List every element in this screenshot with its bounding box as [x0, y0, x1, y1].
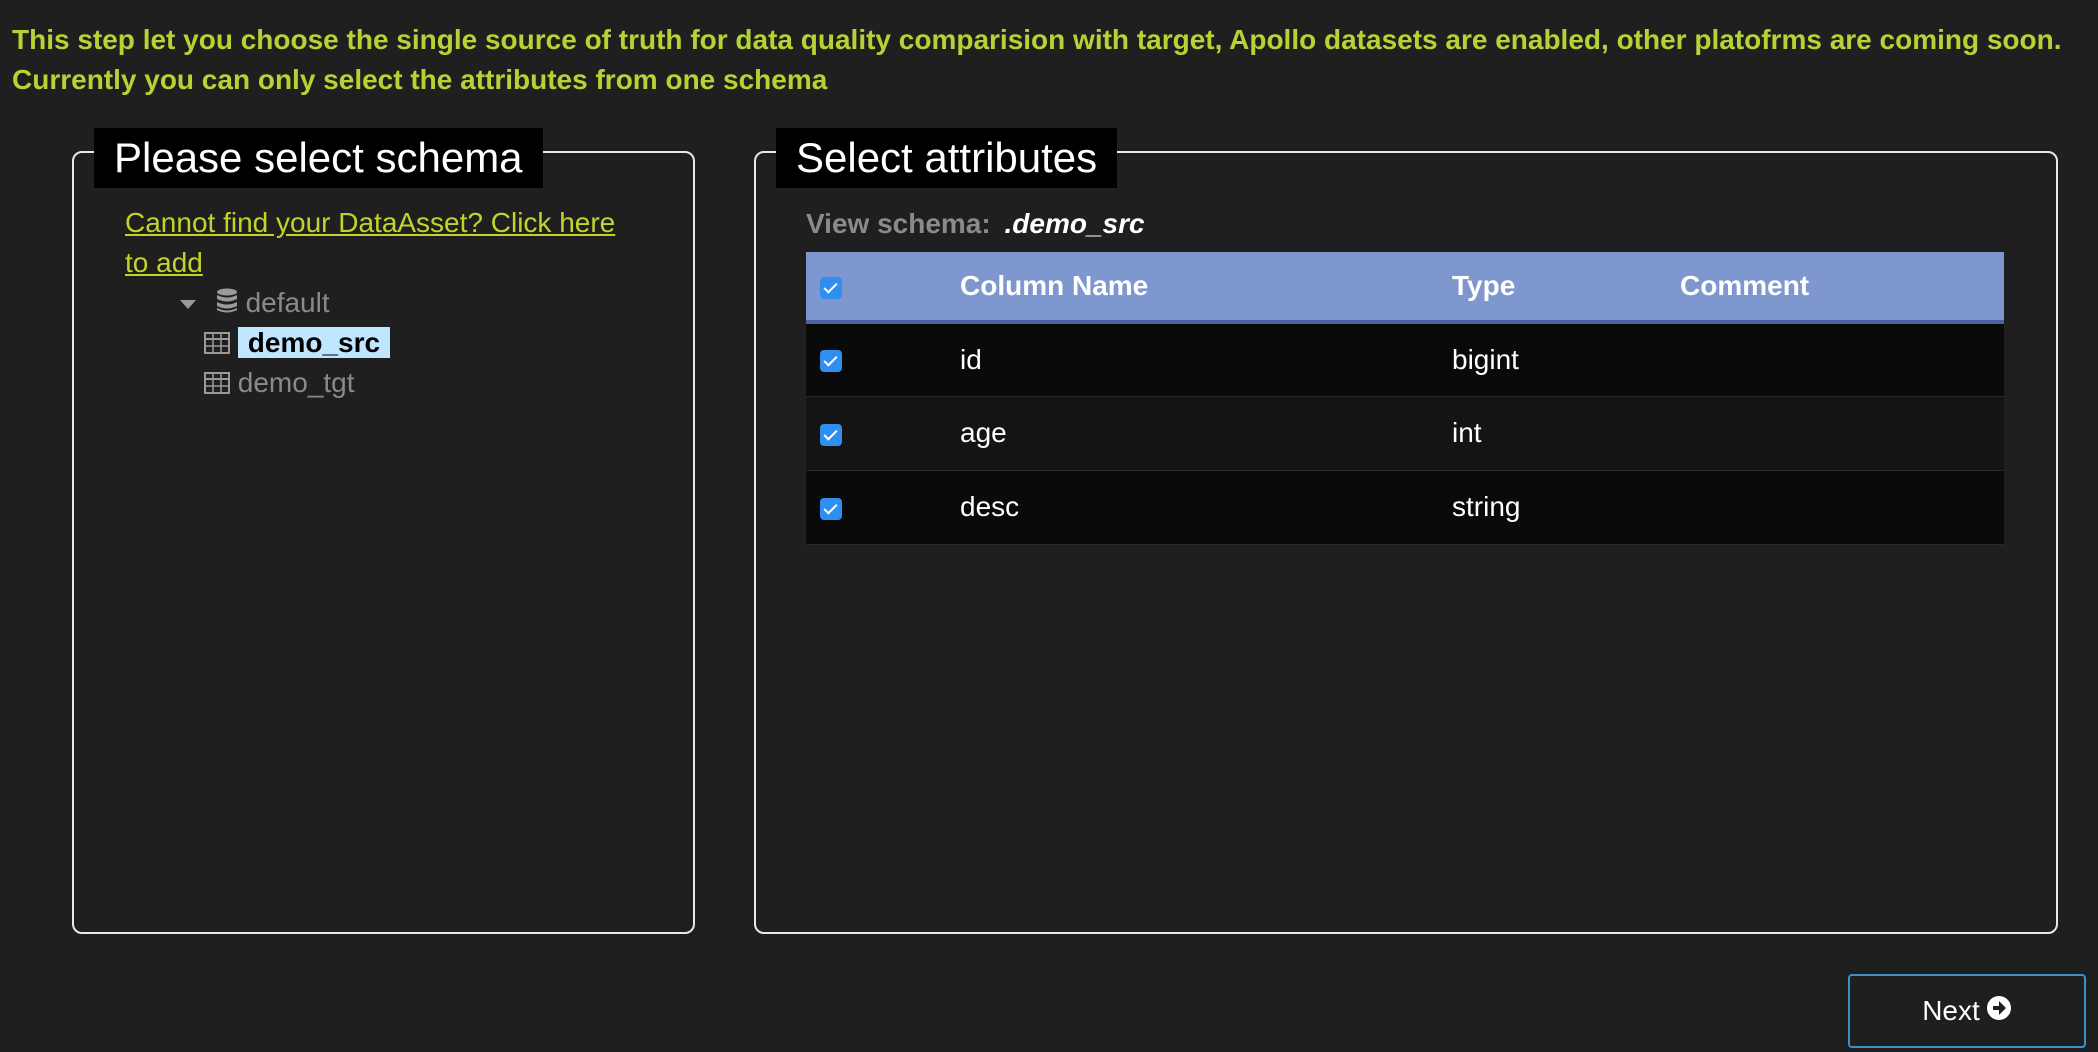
table-header-row: Column Name Type Comment	[806, 252, 2004, 324]
arrow-circle-right-icon	[1986, 995, 2012, 1028]
select-all-cell	[806, 252, 959, 324]
schema-panel: Please select schema Cannot find your Da…	[72, 128, 695, 934]
step-description: This step let you choose the single sour…	[12, 20, 2092, 100]
step-description-line-1: This step let you choose the single sour…	[12, 24, 2062, 55]
attributes-panel: Select attributes View schema: .demo_src…	[754, 128, 2058, 934]
tree-node-label: demo_tgt	[237, 367, 355, 398]
add-data-asset-link[interactable]: Cannot find your DataAsset? Click here t…	[125, 203, 625, 283]
row-check-cell	[806, 396, 959, 471]
row-checkbox[interactable]	[820, 423, 842, 446]
row-checkbox[interactable]	[820, 350, 842, 373]
view-schema-name: .demo_src	[1004, 208, 1145, 239]
column-header-name[interactable]: Column Name	[959, 252, 1451, 324]
tree-node-default-db[interactable]: default	[180, 283, 330, 325]
tree-node-label: default	[245, 287, 330, 318]
schema-panel-title: Please select schema	[94, 128, 543, 188]
cell-comment	[1679, 396, 2004, 471]
next-button[interactable]: Next	[1848, 974, 2086, 1048]
tree-node-demo-src[interactable]: demo_src	[204, 323, 391, 365]
cell-column-name: id	[959, 322, 1451, 397]
select-all-checkbox[interactable]	[820, 276, 842, 299]
cell-comment	[1679, 322, 2004, 397]
cell-column-name: age	[959, 396, 1451, 471]
attributes-panel-title: Select attributes	[776, 128, 1118, 188]
row-check-cell	[806, 322, 959, 397]
row-checkbox[interactable]	[820, 497, 842, 520]
cell-type: int	[1451, 396, 1679, 471]
next-button-label: Next	[1922, 995, 1980, 1026]
step-description-line-2: Currently you can only select the attrib…	[12, 64, 828, 95]
caret-down-icon[interactable]	[180, 300, 196, 310]
table-icon	[204, 365, 230, 405]
tree-node-label-selected: demo_src	[237, 327, 391, 358]
cell-type: string	[1451, 470, 1679, 545]
tree-node-demo-tgt[interactable]: demo_tgt	[204, 363, 355, 405]
table-row[interactable]: desc string	[806, 470, 2004, 545]
column-header-comment[interactable]: Comment	[1679, 252, 2004, 324]
attributes-table: Column Name Type Comment id bigint age i…	[806, 252, 2004, 545]
table-icon	[204, 325, 230, 365]
column-header-type[interactable]: Type	[1451, 252, 1679, 324]
view-schema: View schema: .demo_src	[806, 204, 1145, 244]
cell-type: bigint	[1451, 322, 1679, 397]
database-icon	[216, 285, 238, 325]
cell-comment	[1679, 470, 2004, 545]
view-schema-label: View schema:	[806, 208, 991, 239]
table-row[interactable]: id bigint	[806, 322, 2004, 397]
row-check-cell	[806, 470, 959, 545]
cell-column-name: desc	[959, 470, 1451, 545]
table-row[interactable]: age int	[806, 396, 2004, 471]
